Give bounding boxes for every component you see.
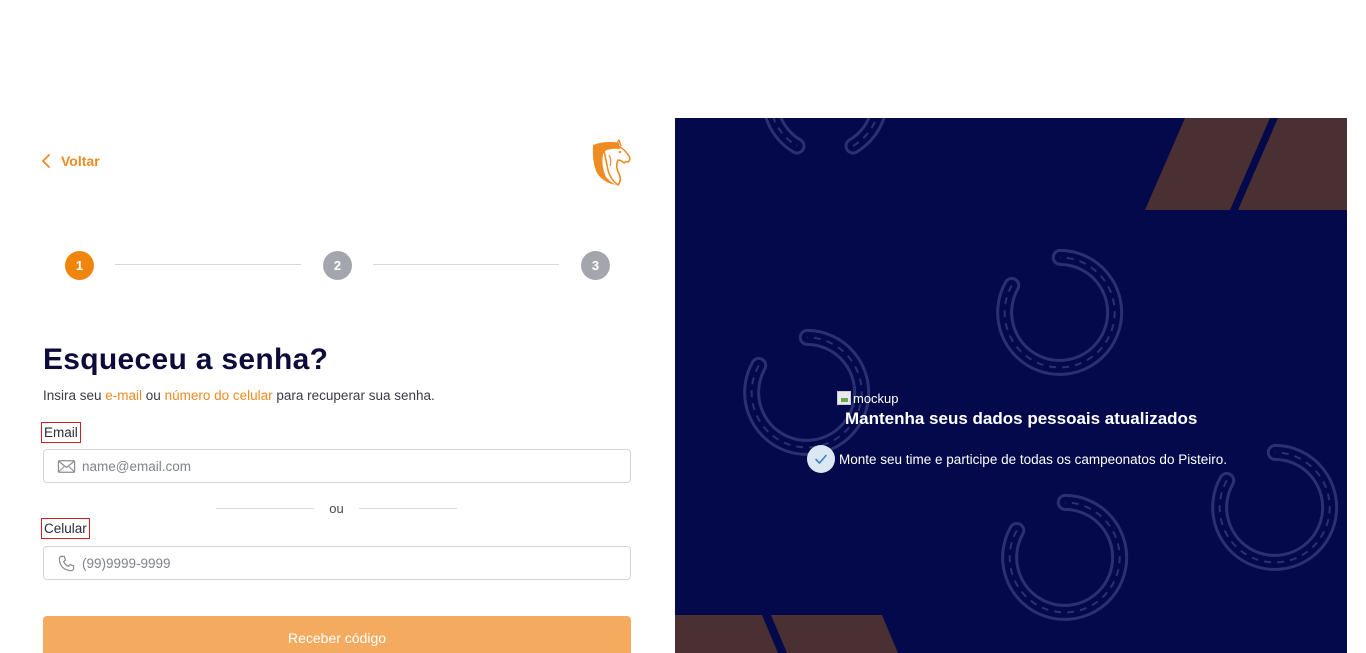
form-panel: Voltar 1 2 3 Esqueceu a senha? Insira se… xyxy=(0,0,675,653)
feature-text: Monte seu time e participe de todas os c… xyxy=(839,451,1227,467)
back-label: Voltar xyxy=(61,153,100,169)
subtitle-prefix: Insira seu xyxy=(43,388,106,403)
divider-text: ou xyxy=(329,500,344,516)
mail-icon xyxy=(44,450,82,482)
horseshoe-icon xyxy=(988,244,1134,388)
divider-line xyxy=(358,507,457,509)
page-title: Esqueceu a senha? xyxy=(43,343,329,376)
horseshoe-pattern-background xyxy=(675,118,1347,653)
stepper: 1 2 3 xyxy=(65,251,611,280)
mockup-alt-text: mockup xyxy=(853,390,899,406)
email-label: Email xyxy=(41,422,81,443)
stripe-bottom-right xyxy=(771,615,898,653)
subtitle-suffix: para recuperar sua senha. xyxy=(272,388,435,403)
horseshoe-icon xyxy=(770,118,880,146)
feature-item: Monte seu time e participe de todas os c… xyxy=(807,445,1227,473)
email-field-wrapper xyxy=(43,449,631,483)
or-divider: ou xyxy=(216,498,457,518)
phone-input[interactable] xyxy=(82,547,630,579)
promo-title: Mantenha seus dados pessoais atualizados xyxy=(845,409,1198,428)
chevron-left-icon xyxy=(42,154,50,168)
receive-code-button[interactable]: Receber código xyxy=(43,616,631,653)
check-icon xyxy=(807,445,835,473)
mockup-image: mockup xyxy=(837,390,1197,406)
back-link[interactable]: Voltar xyxy=(41,153,100,169)
phone-label: Celular xyxy=(41,518,90,539)
subtitle-email-highlight: e-mail xyxy=(105,388,143,403)
promo-panel: mockup Mantenha seus dados pessoais atua… xyxy=(675,118,1347,653)
step-2: 2 xyxy=(323,251,352,280)
phone-icon xyxy=(44,547,82,579)
phone-field-wrapper xyxy=(43,546,631,580)
email-input[interactable] xyxy=(82,450,630,482)
horse-shield-logo xyxy=(592,139,631,186)
step-3: 3 xyxy=(581,251,610,280)
step-1: 1 xyxy=(65,251,94,280)
step-connector xyxy=(373,264,559,265)
page-subtitle: Insira seu e-mail ou número do celular p… xyxy=(43,388,435,403)
step-connector xyxy=(115,264,301,265)
subtitle-middle: ou xyxy=(142,388,165,403)
divider-line xyxy=(216,507,315,509)
horseshoe-icon xyxy=(993,489,1139,633)
stripe-bottom-left xyxy=(675,615,778,653)
broken-image-icon xyxy=(837,391,851,405)
promo-content: mockup Mantenha seus dados pessoais atua… xyxy=(807,390,1227,473)
subtitle-phone-highlight: número do celular xyxy=(164,388,273,403)
